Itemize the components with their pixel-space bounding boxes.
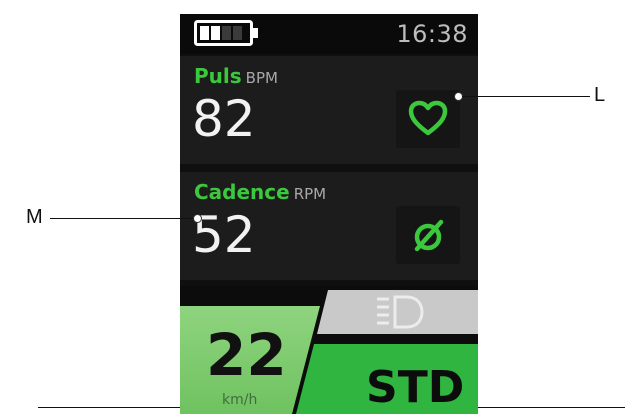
status-bar: 16:38 (180, 14, 478, 54)
cadence-unit: RPM (293, 185, 327, 203)
callout-m-line (50, 218, 194, 219)
baseline-rule-right (478, 407, 625, 408)
speed-unit: km/h (222, 392, 258, 408)
clock-time: 16:38 (396, 20, 468, 48)
heart-rate-panel[interactable]: Puls BPM 82 (180, 56, 478, 164)
cadence-icon-box (396, 206, 460, 264)
heart-icon (408, 100, 448, 136)
heart-rate-value: 82 (192, 90, 256, 148)
heart-rate-unit: BPM (245, 69, 278, 87)
headlight-icon[interactable] (373, 294, 425, 330)
battery-icon (194, 20, 258, 46)
heart-icon-box (396, 90, 460, 148)
cadence-panel[interactable]: Cadence RPM 52 (180, 172, 478, 280)
callout-l-line (462, 96, 590, 97)
baseline-rule-left (38, 407, 180, 408)
heart-rate-label: Puls (194, 64, 242, 88)
heart-rate-label-row: Puls BPM (194, 64, 278, 88)
cadence-label-row: Cadence RPM (194, 180, 326, 204)
speed-mode-area: 22 km/h STD (180, 286, 478, 414)
callout-m-dot (193, 214, 202, 223)
cadence-sensor-icon (414, 219, 444, 252)
speed-value: 22 (206, 321, 287, 389)
cadence-label: Cadence (194, 180, 290, 204)
callout-m-label: M (26, 206, 43, 228)
callout-l-label: L (594, 84, 606, 106)
bike-display-screen: 16:38 Puls BPM 82 Cadence RPM 52 22 km/h… (180, 14, 478, 414)
assist-mode-label[interactable]: STD (366, 366, 464, 410)
